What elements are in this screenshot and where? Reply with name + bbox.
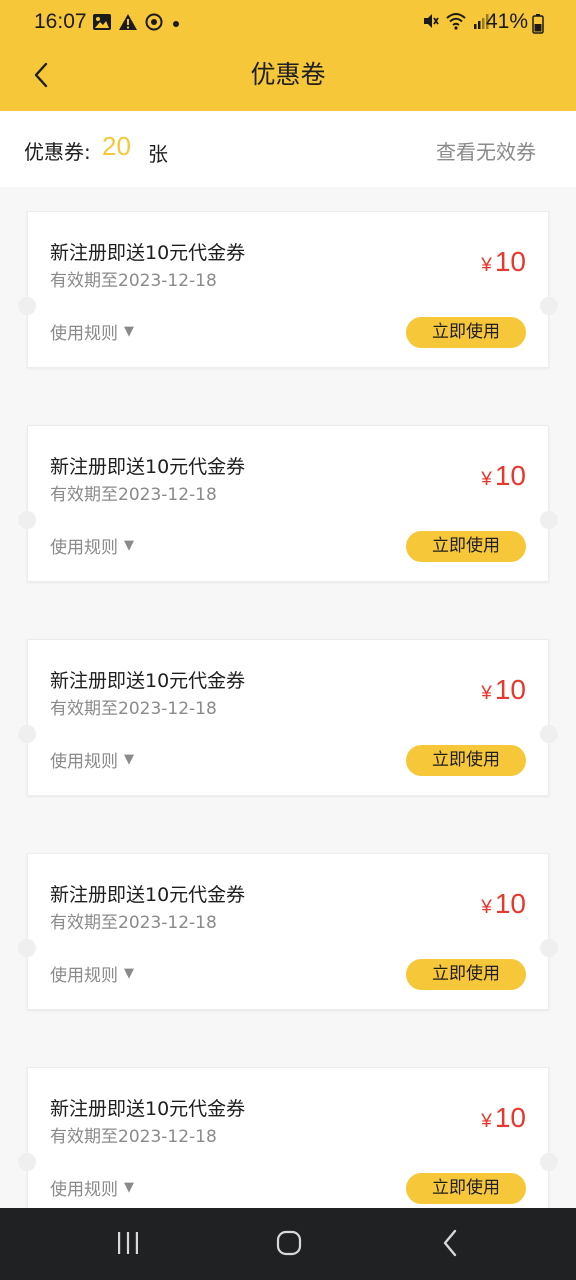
- coupon-expiry: 有效期至2023-12-18: [50, 1127, 217, 1147]
- ticket-notch: [18, 939, 36, 957]
- coupon-amount: 10: [494, 1102, 526, 1133]
- coupon-amount: 10: [494, 888, 526, 919]
- ticket-notch: [540, 297, 558, 315]
- ticket-notch: [540, 1153, 558, 1171]
- usage-rules-toggle[interactable]: 使用规则 ▼: [50, 747, 134, 772]
- coupon-card: 新注册即送10元代金券 有效期至2023-12-18 ¥10 使用规则 ▼ 立即使…: [18, 853, 558, 1010]
- coupon-card: 新注册即送10元代金券 有效期至2023-12-18 ¥10 使用规则 ▼ 立即使…: [18, 211, 558, 368]
- caret-down-icon: ▼: [124, 966, 134, 981]
- use-now-button[interactable]: 立即使用: [406, 531, 526, 562]
- usage-rules-label: 使用规则: [50, 538, 118, 558]
- coupon-expiry: 有效期至2023-12-18: [50, 485, 217, 505]
- currency-symbol: ¥: [481, 683, 492, 704]
- recent-apps-button[interactable]: [108, 1228, 148, 1262]
- coupon-expiry: 有效期至2023-12-18: [50, 699, 217, 719]
- coupon-price: ¥10: [481, 888, 526, 920]
- wifi-icon: [445, 12, 467, 34]
- battery-percent: 41%: [485, 10, 528, 33]
- coupon-title: 新注册即送10元代金券: [50, 670, 246, 692]
- coupon-price: ¥10: [481, 1102, 526, 1134]
- coupon-card: 新注册即送10元代金券 有效期至2023-12-18 ¥10 使用规则 ▼ 立即使…: [18, 639, 558, 796]
- usage-rules-label: 使用规则: [50, 324, 118, 344]
- usage-rules-toggle[interactable]: 使用规则 ▼: [50, 319, 134, 344]
- home-icon: [276, 1230, 302, 1260]
- summary-label: 优惠券:: [24, 140, 91, 164]
- coupon-expiry: 有效期至2023-12-18: [50, 271, 217, 291]
- usage-rules-toggle[interactable]: 使用规则 ▼: [50, 1175, 134, 1200]
- usage-rules-label: 使用规则: [50, 966, 118, 986]
- usage-rules-label: 使用规则: [50, 1180, 118, 1200]
- coupon-title: 新注册即送10元代金券: [50, 1098, 246, 1120]
- caret-down-icon: ▼: [124, 538, 134, 553]
- dot-icon: [170, 15, 182, 34]
- ticket-notch: [18, 297, 36, 315]
- coupon-amount: 10: [494, 460, 526, 491]
- coupon-count-unit: 张: [148, 142, 168, 166]
- use-now-button[interactable]: 立即使用: [406, 959, 526, 990]
- ticket-notch: [540, 939, 558, 957]
- view-invalid-coupons-link[interactable]: 查看无效券: [436, 136, 536, 165]
- usage-rules-label: 使用规则: [50, 752, 118, 772]
- status-left-icons: [92, 12, 182, 36]
- currency-symbol: ¥: [481, 897, 492, 918]
- coupon-expiry: 有效期至2023-12-18: [50, 913, 217, 933]
- coupon-price: ¥10: [481, 674, 526, 706]
- battery-icon: [532, 14, 544, 38]
- usage-rules-toggle[interactable]: 使用规则 ▼: [50, 961, 134, 986]
- system-back-button[interactable]: [431, 1228, 471, 1262]
- status-time: 16:07: [34, 10, 87, 33]
- coupon-summary: 优惠券: 20 张 查看无效券: [0, 111, 576, 187]
- currency-symbol: ¥: [481, 469, 492, 490]
- use-now-button[interactable]: 立即使用: [406, 745, 526, 776]
- coupon-list[interactable]: 新注册即送10元代金券 有效期至2023-12-18 ¥10 使用规则 ▼ 立即使…: [0, 187, 576, 1208]
- use-now-button[interactable]: 立即使用: [406, 317, 526, 348]
- ticket-notch: [18, 511, 36, 529]
- coupon-amount: 10: [494, 246, 526, 277]
- coupon-title: 新注册即送10元代金券: [50, 456, 246, 478]
- home-button[interactable]: [269, 1228, 309, 1262]
- image-icon: [92, 13, 112, 35]
- page-title: 优惠卷: [250, 60, 326, 89]
- usage-rules-toggle[interactable]: 使用规则 ▼: [50, 533, 134, 558]
- system-nav-bar: [0, 1208, 576, 1280]
- status-bar: 16:07 41%: [0, 0, 576, 46]
- use-now-button[interactable]: 立即使用: [406, 1173, 526, 1204]
- ticket-notch: [18, 725, 36, 743]
- header-bar: 16:07 41% 优惠卷: [0, 0, 576, 111]
- recent-apps-icon: [115, 1231, 141, 1259]
- caret-down-icon: ▼: [124, 752, 134, 767]
- coupon-count: 20: [102, 131, 131, 161]
- caret-down-icon: ▼: [124, 324, 134, 339]
- coupon-title: 新注册即送10元代金券: [50, 884, 246, 906]
- coupon-title: 新注册即送10元代金券: [50, 242, 246, 264]
- ticket-notch: [18, 1153, 36, 1171]
- coupon-card: 新注册即送10元代金券 有效期至2023-12-18 ¥10 使用规则 ▼ 立即使…: [18, 1067, 558, 1208]
- status-right-icons: [422, 12, 490, 34]
- coupon-card: 新注册即送10元代金券 有效期至2023-12-18 ¥10 使用规则 ▼ 立即使…: [18, 425, 558, 582]
- currency-symbol: ¥: [481, 1111, 492, 1132]
- back-icon: [439, 1229, 463, 1261]
- coupon-price: ¥10: [481, 246, 526, 278]
- coupon-screen: 16:07 41% 优惠卷 优惠券: 20 张 查看无效券 新注册即送10元代金…: [0, 0, 576, 1280]
- caret-down-icon: ▼: [124, 1180, 134, 1195]
- mute-icon: [422, 12, 440, 34]
- warning-icon: [118, 13, 138, 35]
- coupon-amount: 10: [494, 674, 526, 705]
- ticket-notch: [540, 511, 558, 529]
- coupon-price: ¥10: [481, 460, 526, 492]
- sync-icon: [144, 12, 164, 36]
- currency-symbol: ¥: [481, 255, 492, 276]
- ticket-notch: [540, 725, 558, 743]
